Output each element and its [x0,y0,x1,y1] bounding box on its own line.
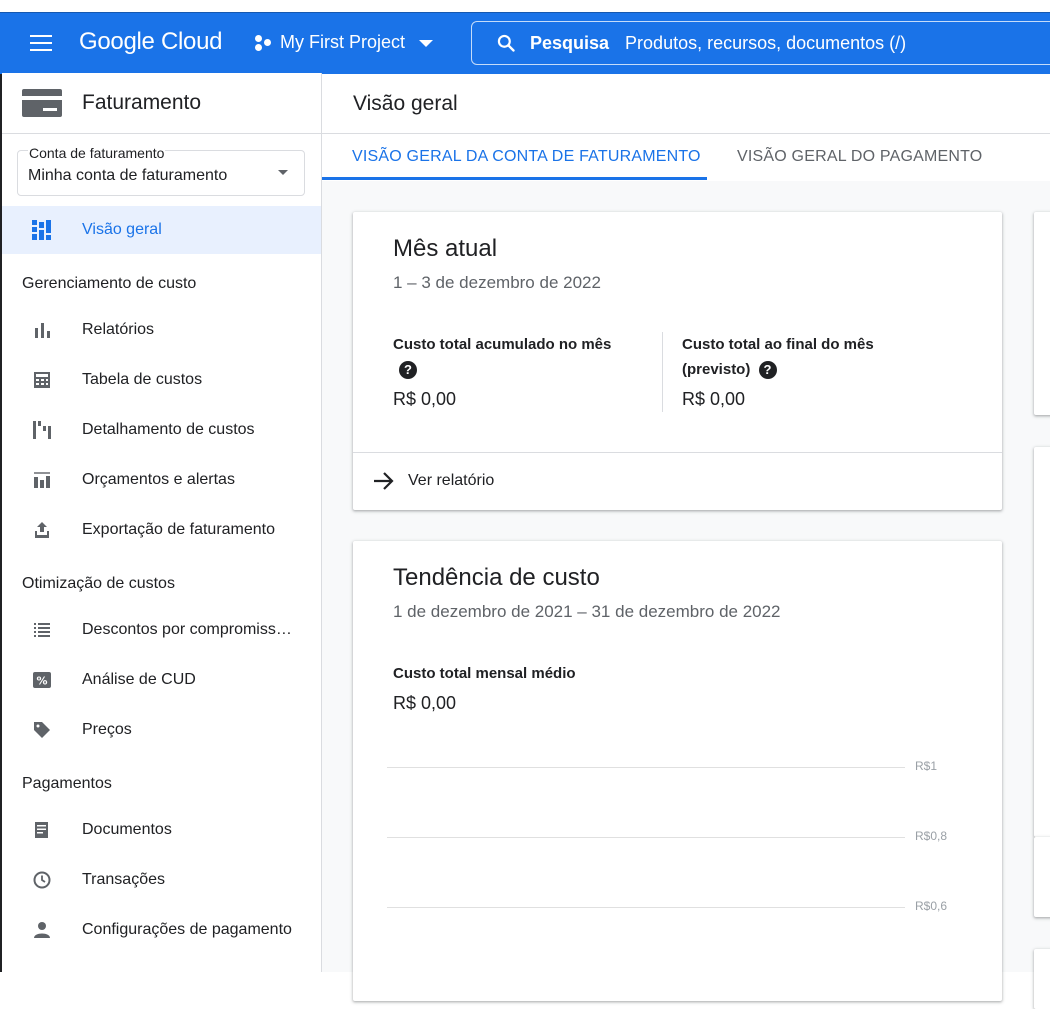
sidebar-item-reports[interactable]: Relatórios [2,306,321,354]
sidebar-item-pricing[interactable]: Preços [2,706,321,754]
dashboard-icon [32,220,51,240]
search-input[interactable]: Produtos, recursos, documentos (/) [625,33,906,54]
google-cloud-logo[interactable]: Google Cloud [79,28,222,56]
sidebar-item-label: Visão geral [82,221,162,238]
hamburger-menu-icon[interactable] [30,35,52,53]
sidebar-item-label: Exportação de faturamento [82,521,276,538]
current-month-date-range: 1 – 3 de dezembro de 2022 [393,273,601,292]
sidebar-item-label: Tabela de custos [82,371,203,388]
sidebar-item-label: Descontos por compromiss… [82,621,292,638]
billing-account-value: Minha conta de faturamento [28,167,228,184]
tag-icon [34,722,50,738]
sidebar-item-label: Relatórios [82,321,155,338]
person-icon [34,922,50,938]
side-card [1034,447,1050,837]
dropdown-arrow-icon [278,170,288,175]
chart-gridline [387,837,905,838]
sidebar-item-label: Transações [82,871,165,888]
sidebar-item-label: Análise de CUD [82,671,196,688]
sidebar-item-cost-table[interactable]: Tabela de custos [2,356,321,404]
accrued-cost-value: R$ 0,00 [393,389,457,409]
top-app-bar: Google Cloud My First Project Pesquisa P… [0,12,1050,74]
cost-trend-date-range: 1 de dezembro de 2021 – 31 de dezembro d… [393,602,781,621]
percent-icon: % [33,672,51,688]
section-cost-management: Gerenciamento de custo [22,275,197,292]
sidebar-item-label: Preços [82,721,132,738]
metric-divider [662,332,663,412]
y-tick-label: R$0,8 [915,829,948,843]
section-cost-optimization: Otimização de custos [22,575,175,592]
help-icon[interactable]: ? [399,361,417,380]
sidebar-header: Faturamento [2,73,321,134]
tab-billing-account-overview[interactable]: VISÃO GERAL DA CONTA DE FATURAMENTO [352,148,701,166]
content-area: Mês atual 1 – 3 de dezembro de 2022 Cust… [322,181,1050,1009]
sidebar-item-label: Orçamentos e alertas [82,471,235,488]
side-card [1034,212,1050,415]
search-bar[interactable]: Pesquisa Produtos, recursos, documentos … [471,21,1050,65]
credit-card-icon [22,89,62,117]
sidebar: Faturamento Conta de faturamento Minha c… [2,73,322,972]
avg-monthly-cost-value: R$ 0,00 [393,693,457,713]
sidebar-item-label: Documentos [82,821,172,838]
chart-gridline [387,767,905,768]
sidebar-item-budgets[interactable]: Orçamentos e alertas [2,456,321,504]
arrow-right-icon [374,472,394,490]
svg-text:%: % [36,675,47,688]
forecast-cost-label-line2: (previsto) [682,361,751,378]
top-edge [0,0,1050,12]
active-tab-indicator [322,177,707,180]
y-tick-label: R$0,6 [915,899,948,913]
sidebar-item-label: Configurações de pagamento [82,921,292,938]
search-icon [497,34,515,52]
current-month-title: Mês atual [393,235,498,262]
avg-monthly-cost-label: Custo total mensal médio [393,665,576,682]
forecast-cost-label: Custo total ao final do mês (previsto) ? [682,332,874,382]
current-month-card: Mês atual 1 – 3 de dezembro de 2022 Cust… [353,212,1002,510]
sidebar-item-cud-analysis[interactable]: % Análise de CUD [2,656,321,704]
page-title: Visão geral [353,92,458,115]
main-content: Visão geral VISÃO GERAL DA CONTA DE FATU… [322,73,1050,1009]
tab-payment-overview[interactable]: VISÃO GERAL DO PAGAMENTO [737,148,982,166]
sidebar-item-cost-breakdown[interactable]: Detalhamento de custos [2,406,321,454]
sidebar-item-transactions[interactable]: Transações [2,856,321,904]
cost-trend-card: Tendência de custo 1 de dezembro de 2021… [353,541,1002,1001]
project-dots-icon [253,33,273,53]
list-icon [34,623,50,637]
side-card [1034,837,1050,917]
view-report-link[interactable]: Ver relatório [373,471,494,491]
upload-icon [35,522,49,538]
calculator-icon [34,372,50,388]
sidebar-item-commitment-discounts[interactable]: Descontos por compromiss… [2,606,321,654]
forecast-cost-value: R$ 0,00 [682,389,746,409]
document-icon [35,822,48,838]
accrued-cost-label-text: Custo total acumulado no mês [393,336,612,353]
sidebar-item-billing-export[interactable]: Exportação de faturamento [2,506,321,554]
side-card [1034,949,1050,1009]
billing-account-select[interactable]: Conta de faturamento Minha conta de fatu… [17,145,305,196]
section-payments: Pagamentos [22,775,112,792]
search-label: Pesquisa [530,32,610,53]
clock-icon [33,871,51,889]
budget-chart-icon [34,472,50,488]
accrued-cost-label: Custo total acumulado no mês ? [393,332,611,382]
cost-trend-title: Tendência de custo [393,564,600,591]
forecast-cost-label-line1: Custo total ao final do mês [682,336,874,353]
project-name: My First Project [280,32,406,52]
y-tick-label: R$1 [915,759,938,773]
card-divider [353,452,1002,453]
sidebar-title: Faturamento [82,91,202,114]
project-selector[interactable]: My First Project [253,32,434,53]
billing-account-label: Conta de faturamento [28,145,166,161]
sidebar-item-overview[interactable]: Visão geral [2,206,321,254]
sidebar-item-payment-settings[interactable]: Configurações de pagamento [2,906,321,954]
sidebar-item-label: Detalhamento de custos [82,421,255,438]
tab-bar: VISÃO GERAL DA CONTA DE FATURAMENTO VISÃ… [322,133,1050,183]
view-report-label: Ver relatório [408,472,495,489]
help-icon[interactable]: ? [758,361,777,380]
bar-chart-icon [35,323,50,338]
chart-gridline [387,907,905,908]
chevron-down-icon [419,40,434,47]
waterfall-icon [33,421,51,439]
sidebar-item-documents[interactable]: Documentos [2,806,321,854]
